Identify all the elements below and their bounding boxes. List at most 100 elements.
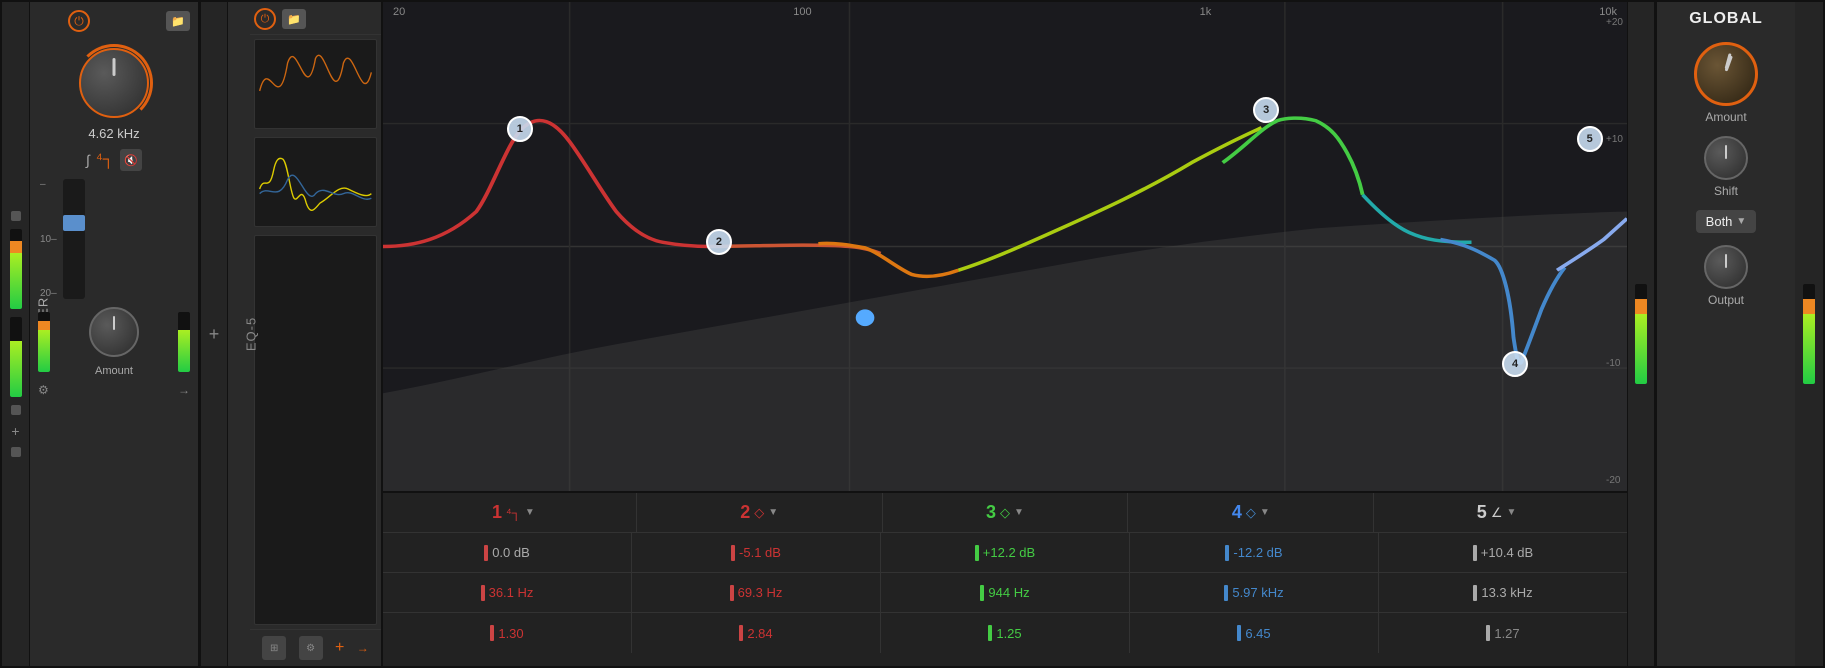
de-esser-top-bar: ⏻ 📁 (38, 10, 190, 32)
band-5-filter-icon: ∠ (1491, 505, 1503, 521)
mute-icon: 🔇 (124, 154, 138, 167)
band-3-dropdown[interactable]: ▼ (1014, 507, 1024, 518)
band-1-num: 1 (517, 123, 523, 135)
band-5-section: 5 ∠ ▼ (1374, 493, 1619, 532)
band-5-freq[interactable]: 13.3 kHz (1379, 573, 1627, 612)
band-2-gain-value: -5.1 dB (739, 545, 781, 560)
eq5-upper-display: ○→ (254, 39, 377, 129)
band-5-q-indicator (1486, 625, 1490, 641)
band-5-number: 5 (1477, 502, 1487, 523)
band-4-freq-indicator (1224, 585, 1228, 601)
band-2-q[interactable]: 2.84 (632, 613, 881, 653)
filter-shape-icon-2: ⁴┐ (96, 151, 114, 169)
global-output-knob[interactable] (1704, 245, 1748, 289)
eq5-power-icon: ⏻ (261, 13, 270, 26)
de-esser-mute-button[interactable]: 🔇 (120, 149, 142, 171)
band-5-q: 1.27 (1379, 613, 1627, 653)
band-4-q[interactable]: 6.45 (1130, 613, 1379, 653)
de-esser-freq-label: 4.62 kHz (88, 126, 139, 141)
band-node-2[interactable]: 2 (706, 229, 732, 255)
eq-graph[interactable]: 20 100 1k 10k +20 +10 -10 -20 (383, 2, 1627, 491)
band-2-section: 2 ◇ ▼ (637, 493, 883, 532)
band-4-gain[interactable]: -12.2 dB (1130, 533, 1379, 572)
de-esser-amount-knob[interactable] (89, 307, 139, 357)
strip-dot-3 (11, 447, 21, 457)
band-3-gain-indicator (975, 545, 979, 561)
band-3-section: 3 ◇ ▼ (883, 493, 1129, 532)
band-5-q-value: 1.27 (1494, 626, 1519, 641)
de-esser-fader[interactable] (63, 179, 85, 299)
de-esser-panel: DE-ESSER ⏻ 📁 4.62 kHz ∫ ⁴┐ 🔇 – 1 (30, 2, 200, 666)
band-1-freq[interactable]: 36.1 Hz (383, 573, 632, 612)
band-4-freq[interactable]: 5.97 kHz (1130, 573, 1379, 612)
band-2-num: 2 (716, 236, 722, 248)
eq5-add-button[interactable]: + (335, 639, 344, 657)
global-amount-section: Amount (1694, 42, 1758, 124)
de-esser-route-icon[interactable]: → (178, 383, 190, 397)
de-esser-freq-knob[interactable] (79, 48, 149, 118)
band-node-3[interactable]: 3 (1253, 97, 1279, 123)
left-strip-add[interactable]: + (11, 423, 19, 439)
band-2-gain-indicator (731, 545, 735, 561)
main-eq-display: 20 100 1k 10k +20 +10 -10 -20 (383, 2, 1627, 666)
band-freq-row: 36.1 Hz 69.3 Hz 944 Hz 5.97 kHz 13.3 kHz (383, 573, 1627, 613)
de-esser-settings-icon[interactable]: ⚙ (38, 383, 49, 397)
vu-meter-left-left (10, 229, 22, 309)
global-amount-knob[interactable] (1694, 42, 1758, 106)
band-4-dropdown[interactable]: ▼ (1260, 507, 1270, 518)
band-node-4[interactable]: 4 (1502, 351, 1528, 377)
de-esser-power-button[interactable]: ⏻ (68, 10, 90, 32)
eq5-folder-button[interactable]: 📁 (282, 9, 306, 29)
band-1-number: 1 (492, 502, 502, 523)
band-3-gain-value: +12.2 dB (983, 545, 1035, 560)
global-shift-knob[interactable] (1704, 136, 1748, 180)
global-title: GLOBAL (1689, 10, 1763, 28)
band-2-dropdown[interactable]: ▼ (768, 507, 778, 518)
eq-curve-svg (383, 2, 1627, 491)
band-3-gain[interactable]: +12.2 dB (881, 533, 1130, 572)
band-5-freq-indicator (1473, 585, 1477, 601)
band-2-freq[interactable]: 69.3 Hz (632, 573, 881, 612)
de-esser-folder-button[interactable]: 📁 (166, 11, 190, 31)
band-5-dropdown[interactable]: ▼ (1506, 507, 1516, 518)
band-node-5[interactable]: 5 (1577, 126, 1603, 152)
global-shift-label: Shift (1714, 184, 1738, 198)
band-1-q-indicator (490, 625, 494, 641)
de-esser-knob-section (79, 44, 149, 122)
eq5-power-button[interactable]: ⏻ (254, 8, 276, 30)
band-gain-row: 0.0 dB -5.1 dB +12.2 dB -12.2 dB +10.4 d… (383, 533, 1627, 573)
band-node-1[interactable]: 1 (507, 116, 533, 142)
band-3-q-indicator (988, 625, 992, 641)
band-3-freq[interactable]: 944 Hz (881, 573, 1130, 612)
eq5-folder-icon: 📁 (287, 13, 301, 26)
eq-bottom-bar: 1 ⁴┐ ▼ 2 ◇ ▼ 3 ◇ ▼ 4 ◇ ▼ (383, 491, 1627, 666)
band-1-q[interactable]: 1.30 (383, 613, 632, 653)
band-2-gain[interactable]: -5.1 dB (632, 533, 881, 572)
band-controls-row: 1 ⁴┐ ▼ 2 ◇ ▼ 3 ◇ ▼ 4 ◇ ▼ (383, 493, 1627, 533)
band-2-number: 2 (740, 502, 750, 523)
band-4-q-value: 6.45 (1245, 626, 1270, 641)
eq5-route-icon[interactable]: → (357, 641, 369, 655)
de-esser-vu-left (38, 312, 50, 372)
band-4-num: 4 (1512, 358, 1518, 370)
band-1-section: 1 ⁴┐ ▼ (391, 493, 637, 532)
band-5-gain[interactable]: +10.4 dB (1379, 533, 1627, 572)
eq5-window-button[interactable]: ⊞ (262, 636, 286, 660)
band-3-q-value: 1.25 (996, 626, 1021, 641)
vu-meter-far-right (1803, 284, 1815, 384)
add-plugin-left[interactable]: + (209, 324, 220, 345)
power-icon: ⏻ (74, 14, 84, 29)
de-esser-fader-thumb[interactable] (63, 215, 85, 231)
band-1-gain-indicator (484, 545, 488, 561)
both-selector[interactable]: Both ▼ (1696, 210, 1757, 233)
global-output-section: Output (1704, 245, 1748, 307)
band-1-gain[interactable]: 0.0 dB (383, 533, 632, 572)
eq5-settings-button[interactable]: ⚙ (299, 636, 323, 660)
band-2-freq-value: 69.3 Hz (738, 585, 783, 600)
band-3-q[interactable]: 1.25 (881, 613, 1130, 653)
band-1-dropdown[interactable]: ▼ (525, 507, 535, 518)
global-output-label: Output (1708, 293, 1744, 307)
band-2-filter-icon: ◇ (754, 505, 764, 521)
fader-label-minus: – (40, 179, 57, 190)
global-amount-label: Amount (1705, 110, 1746, 124)
